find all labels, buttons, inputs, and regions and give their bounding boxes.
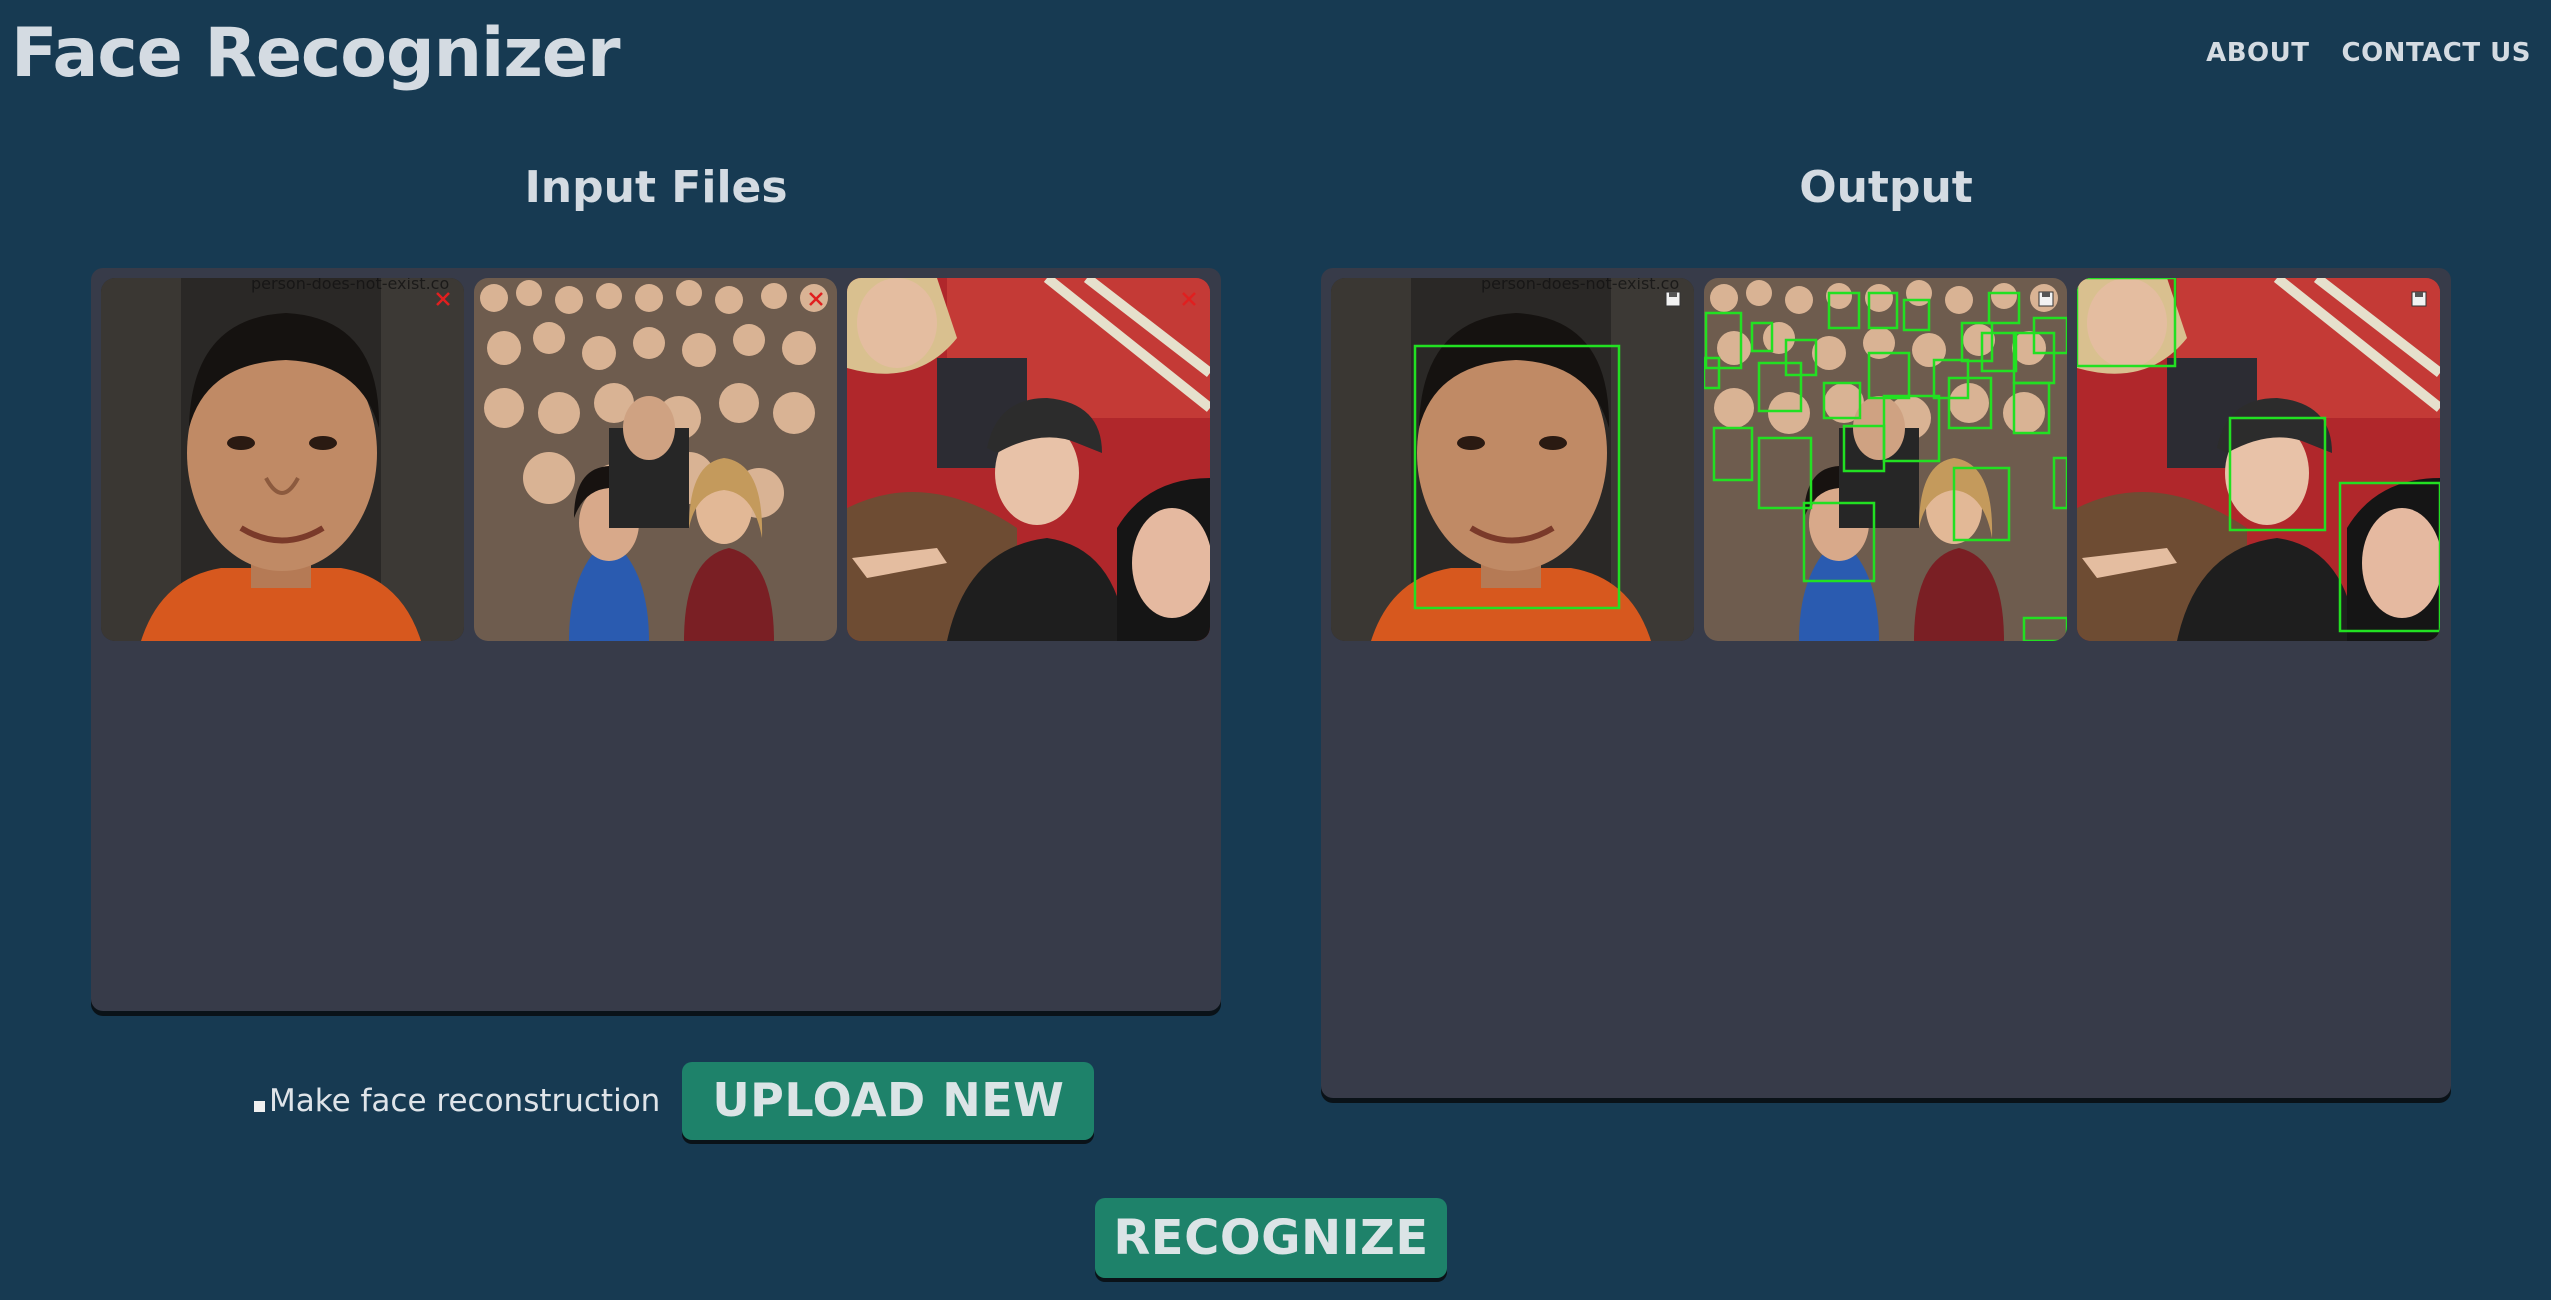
input-image-portrait[interactable]: person-does-not-exist.co: [101, 278, 464, 641]
input-image-selfie[interactable]: [847, 278, 1210, 641]
input-section-title: Input Files: [524, 162, 788, 213]
selfie-image: [847, 278, 1210, 641]
recognize-button[interactable]: RECOGNIZE: [1095, 1198, 1447, 1278]
reconstruction-label: Make face reconstruction: [269, 1083, 661, 1119]
output-image-portrait[interactable]: person-does-not-exist.co: [1331, 278, 1694, 641]
input-files-panel[interactable]: person-does-not-exist.co: [91, 268, 1221, 1011]
selfie-detected-image: [2077, 278, 2440, 641]
upload-new-button[interactable]: UPLOAD NEW: [682, 1062, 1095, 1140]
portrait-detected-image: [1331, 278, 1694, 641]
output-section-title: Output: [1799, 162, 1973, 213]
app-title: Face Recognizer: [11, 14, 621, 93]
app-page: Face Recognizer ABOUT CONTACT US Input F…: [0, 0, 2551, 1300]
close-icon[interactable]: [1180, 290, 1198, 308]
portrait-image: [101, 278, 464, 641]
close-icon[interactable]: [807, 290, 825, 308]
save-icon[interactable]: [1664, 290, 1682, 308]
output-panel: person-does-not-exist.co: [1321, 268, 2451, 1098]
nav-contact-link[interactable]: CONTACT US: [2342, 38, 2532, 68]
crowd-detected-image: [1704, 278, 2067, 641]
save-icon[interactable]: [2410, 290, 2428, 308]
crowd-image: [474, 278, 837, 641]
watermark-text: person-does-not-exist.co: [251, 278, 450, 293]
input-image-crowd[interactable]: [474, 278, 837, 641]
output-image-selfie[interactable]: person-does-not-exist.co: [2077, 278, 2440, 641]
reconstruction-checkbox[interactable]: [254, 1100, 265, 1112]
watermark-text: person-does-not-exist.co: [1481, 278, 1680, 293]
close-icon[interactable]: [434, 290, 452, 308]
upload-controls: Make face reconstruction UPLOAD NEW: [254, 1062, 1095, 1140]
output-image-crowd[interactable]: [1704, 278, 2067, 641]
reconstruction-option[interactable]: Make face reconstruction: [254, 1083, 660, 1119]
nav-about-link[interactable]: ABOUT: [2206, 38, 2309, 68]
save-icon[interactable]: [2037, 290, 2055, 308]
top-nav: ABOUT CONTACT US: [2206, 38, 2531, 68]
